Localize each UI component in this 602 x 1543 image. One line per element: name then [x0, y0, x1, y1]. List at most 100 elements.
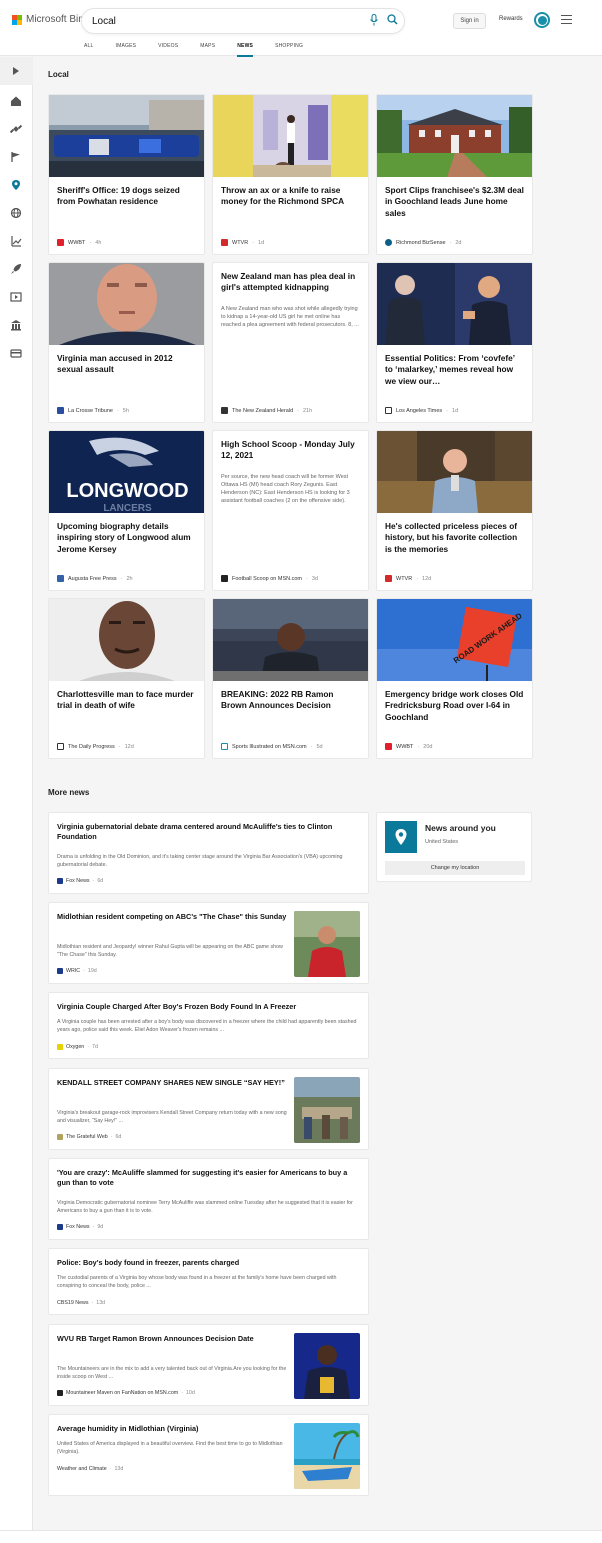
- news-source: WTVR · 1d: [221, 239, 264, 246]
- building-icon[interactable]: [10, 319, 22, 331]
- news-card[interactable]: Sport Clips franchisee's $2.3M deal in G…: [376, 94, 533, 255]
- rewards-link[interactable]: Rewards: [499, 16, 523, 22]
- page-footer: [0, 1530, 602, 1543]
- news-card[interactable]: BREAKING: 2022 RB Ramon Brown Announces …: [212, 598, 369, 759]
- credit-card-icon[interactable]: [10, 347, 22, 359]
- more-news-item[interactable]: Midlothian resident competing on ABC's "…: [48, 902, 369, 984]
- news-snippet: United States of America displayed in a …: [57, 1441, 283, 1455]
- lancers-text: LANCERS: [103, 503, 152, 513]
- si-favicon-icon: [221, 743, 228, 750]
- news-age: 7d: [92, 1044, 98, 1050]
- news-age: 13d: [96, 1300, 106, 1306]
- news-source: CBS19 News · 13d: [57, 1300, 106, 1306]
- search-query: Local: [92, 16, 116, 27]
- more-news-item[interactable]: Police: Boy's body found in freezer, par…: [48, 1248, 369, 1315]
- news-age: 9d: [97, 1224, 104, 1230]
- sidebar-expand-button[interactable]: [0, 57, 33, 85]
- satellite-icon[interactable]: [10, 123, 22, 135]
- sign-in-button[interactable]: Sign in: [453, 13, 486, 29]
- news-headline[interactable]: Midlothian resident competing on ABC's "…: [57, 912, 289, 922]
- news-source: Los Angeles Times · 1d: [385, 407, 458, 414]
- news-source: Fox News · 9d: [57, 1224, 103, 1230]
- news-card[interactable]: LONGWOOD LANCERS Upcoming biography deta…: [48, 430, 205, 591]
- news-card[interactable]: Throw an ax or a knife to raise money fo…: [212, 94, 369, 255]
- source-name: Sports Illustrated on MSN.com: [232, 743, 307, 750]
- news-card[interactable]: Essential Politics: From ‘covfefe’ to ‘m…: [376, 262, 533, 423]
- globe-icon[interactable]: [10, 207, 22, 219]
- news-headline[interactable]: Upcoming biography details inspiring sto…: [49, 513, 204, 555]
- location-pin-icon[interactable]: [10, 179, 22, 191]
- tab-all[interactable]: ALL: [84, 41, 94, 57]
- news-image-hallway: [213, 95, 368, 177]
- source-name: WTVR: [232, 239, 249, 246]
- microphone-icon[interactable]: [367, 14, 381, 28]
- news-snippet: Virginia Democratic gubernatorial nomine…: [57, 1200, 353, 1214]
- news-headline[interactable]: Throw an ax or a knife to raise money fo…: [213, 177, 368, 208]
- chart-icon[interactable]: [10, 235, 22, 247]
- news-headline[interactable]: Essential Politics: From ‘covfefe’ to ‘m…: [377, 345, 532, 387]
- rewards-medal-icon[interactable]: [534, 12, 550, 28]
- news-age: 2d: [455, 239, 462, 246]
- tab-videos[interactable]: VIDEOS: [158, 41, 178, 57]
- news-age: 1d: [452, 407, 459, 414]
- film-icon[interactable]: [10, 291, 22, 303]
- tab-images[interactable]: IMAGES: [116, 41, 137, 57]
- news-age: 6d: [115, 1134, 122, 1140]
- rocket-icon[interactable]: [10, 263, 22, 275]
- source-name: WRIC: [66, 968, 81, 974]
- news-card[interactable]: Charlottesville man to face murder trial…: [48, 598, 205, 759]
- search-input[interactable]: Local: [82, 9, 404, 33]
- tab-news[interactable]: NEWS: [237, 41, 254, 57]
- news-card[interactable]: New Zealand man has plea deal in girl's …: [212, 262, 369, 423]
- news-around-you-panel: News around you United States Change my …: [376, 812, 532, 882]
- more-news-item[interactable]: 'You are crazy': McAuliffe slammed for s…: [48, 1158, 369, 1240]
- news-headline[interactable]: He's collected priceless pieces of histo…: [377, 513, 532, 555]
- news-headline[interactable]: Sheriff's Office: 19 dogs seized from Po…: [49, 177, 204, 208]
- news-thumbnail: [294, 1077, 360, 1143]
- tab-shopping[interactable]: SHOPPING: [275, 41, 303, 57]
- news-card[interactable]: Sheriff's Office: 19 dogs seized from Po…: [48, 94, 205, 255]
- news-image-longwood-logo: LONGWOOD LANCERS: [49, 431, 204, 514]
- news-card[interactable]: High School Scoop - Monday July 12, 2021…: [212, 430, 369, 591]
- news-headline[interactable]: WVU RB Target Ramon Brown Announces Deci…: [57, 1334, 289, 1344]
- flag-icon[interactable]: [10, 151, 22, 163]
- news-headline[interactable]: Virginia Couple Charged After Boy's Froz…: [57, 1002, 362, 1012]
- menu-icon[interactable]: [561, 15, 572, 24]
- news-headline[interactable]: Sport Clips franchisee's $2.3M deal in G…: [377, 177, 532, 219]
- news-headline[interactable]: KENDALL STREET COMPANY SHARES NEW SINGLE…: [57, 1078, 289, 1088]
- more-news-item[interactable]: Virginia Couple Charged After Boy's Froz…: [48, 992, 369, 1059]
- news-headline[interactable]: Emergency bridge work closes Old Fredric…: [377, 681, 532, 723]
- news-headline[interactable]: BREAKING: 2022 RB Ramon Brown Announces …: [213, 681, 368, 712]
- news-source: Richmond BizSense · 2d: [385, 239, 462, 246]
- news-snippet: A Virginia couple has been arrested afte…: [57, 1019, 357, 1033]
- bing-logo[interactable]: Microsoft Bing: [12, 14, 89, 25]
- wwbt-favicon-icon: [57, 239, 64, 246]
- news-card[interactable]: Virginia man accused in 2012 sexual assa…: [48, 262, 205, 423]
- news-image-football-player: [213, 599, 368, 681]
- news-headline[interactable]: 'You are crazy': McAuliffe slammed for s…: [57, 1168, 362, 1188]
- more-news-item[interactable]: WVU RB Target Ramon Brown Announces Deci…: [48, 1324, 369, 1406]
- news-source: Football Scoop on MSN.com · 3d: [221, 575, 318, 582]
- search-icon[interactable]: [385, 14, 399, 28]
- change-location-button[interactable]: Change my location: [385, 861, 525, 875]
- news-thumbnail: [294, 1333, 360, 1399]
- news-headline[interactable]: Virginia man accused in 2012 sexual assa…: [49, 345, 204, 376]
- news-card[interactable]: ROAD WORK AHEAD Emergency bridge work cl…: [376, 598, 533, 759]
- news-headline[interactable]: Average humidity in Midlothian (Virginia…: [57, 1424, 289, 1434]
- news-source: La Crosse Tribune · 5h: [57, 407, 129, 414]
- home-icon[interactable]: [10, 95, 22, 107]
- news-headline[interactable]: Charlottesville man to face murder trial…: [49, 681, 204, 712]
- news-headline[interactable]: High School Scoop - Monday July 12, 2021: [213, 431, 368, 462]
- news-card[interactable]: He's collected priceless pieces of histo…: [376, 430, 533, 591]
- tab-maps[interactable]: MAPS: [200, 41, 215, 57]
- news-source: WWBT · 4h: [57, 239, 101, 246]
- more-news-item[interactable]: KENDALL STREET COMPANY SHARES NEW SINGLE…: [48, 1068, 369, 1150]
- news-snippet: Drama is unfolding in the Old Dominion, …: [57, 854, 343, 868]
- news-headline[interactable]: New Zealand man has plea deal in girl's …: [213, 263, 368, 294]
- chevron-right-icon: [13, 67, 19, 75]
- news-headline[interactable]: Virginia gubernatorial debate drama cent…: [57, 822, 362, 842]
- news-headline[interactable]: Police: Boy's body found in freezer, par…: [57, 1258, 362, 1268]
- source-name: WTVR: [396, 575, 413, 582]
- more-news-item[interactable]: Virginia gubernatorial debate drama cent…: [48, 812, 369, 894]
- more-news-item[interactable]: Average humidity in Midlothian (Virginia…: [48, 1414, 369, 1496]
